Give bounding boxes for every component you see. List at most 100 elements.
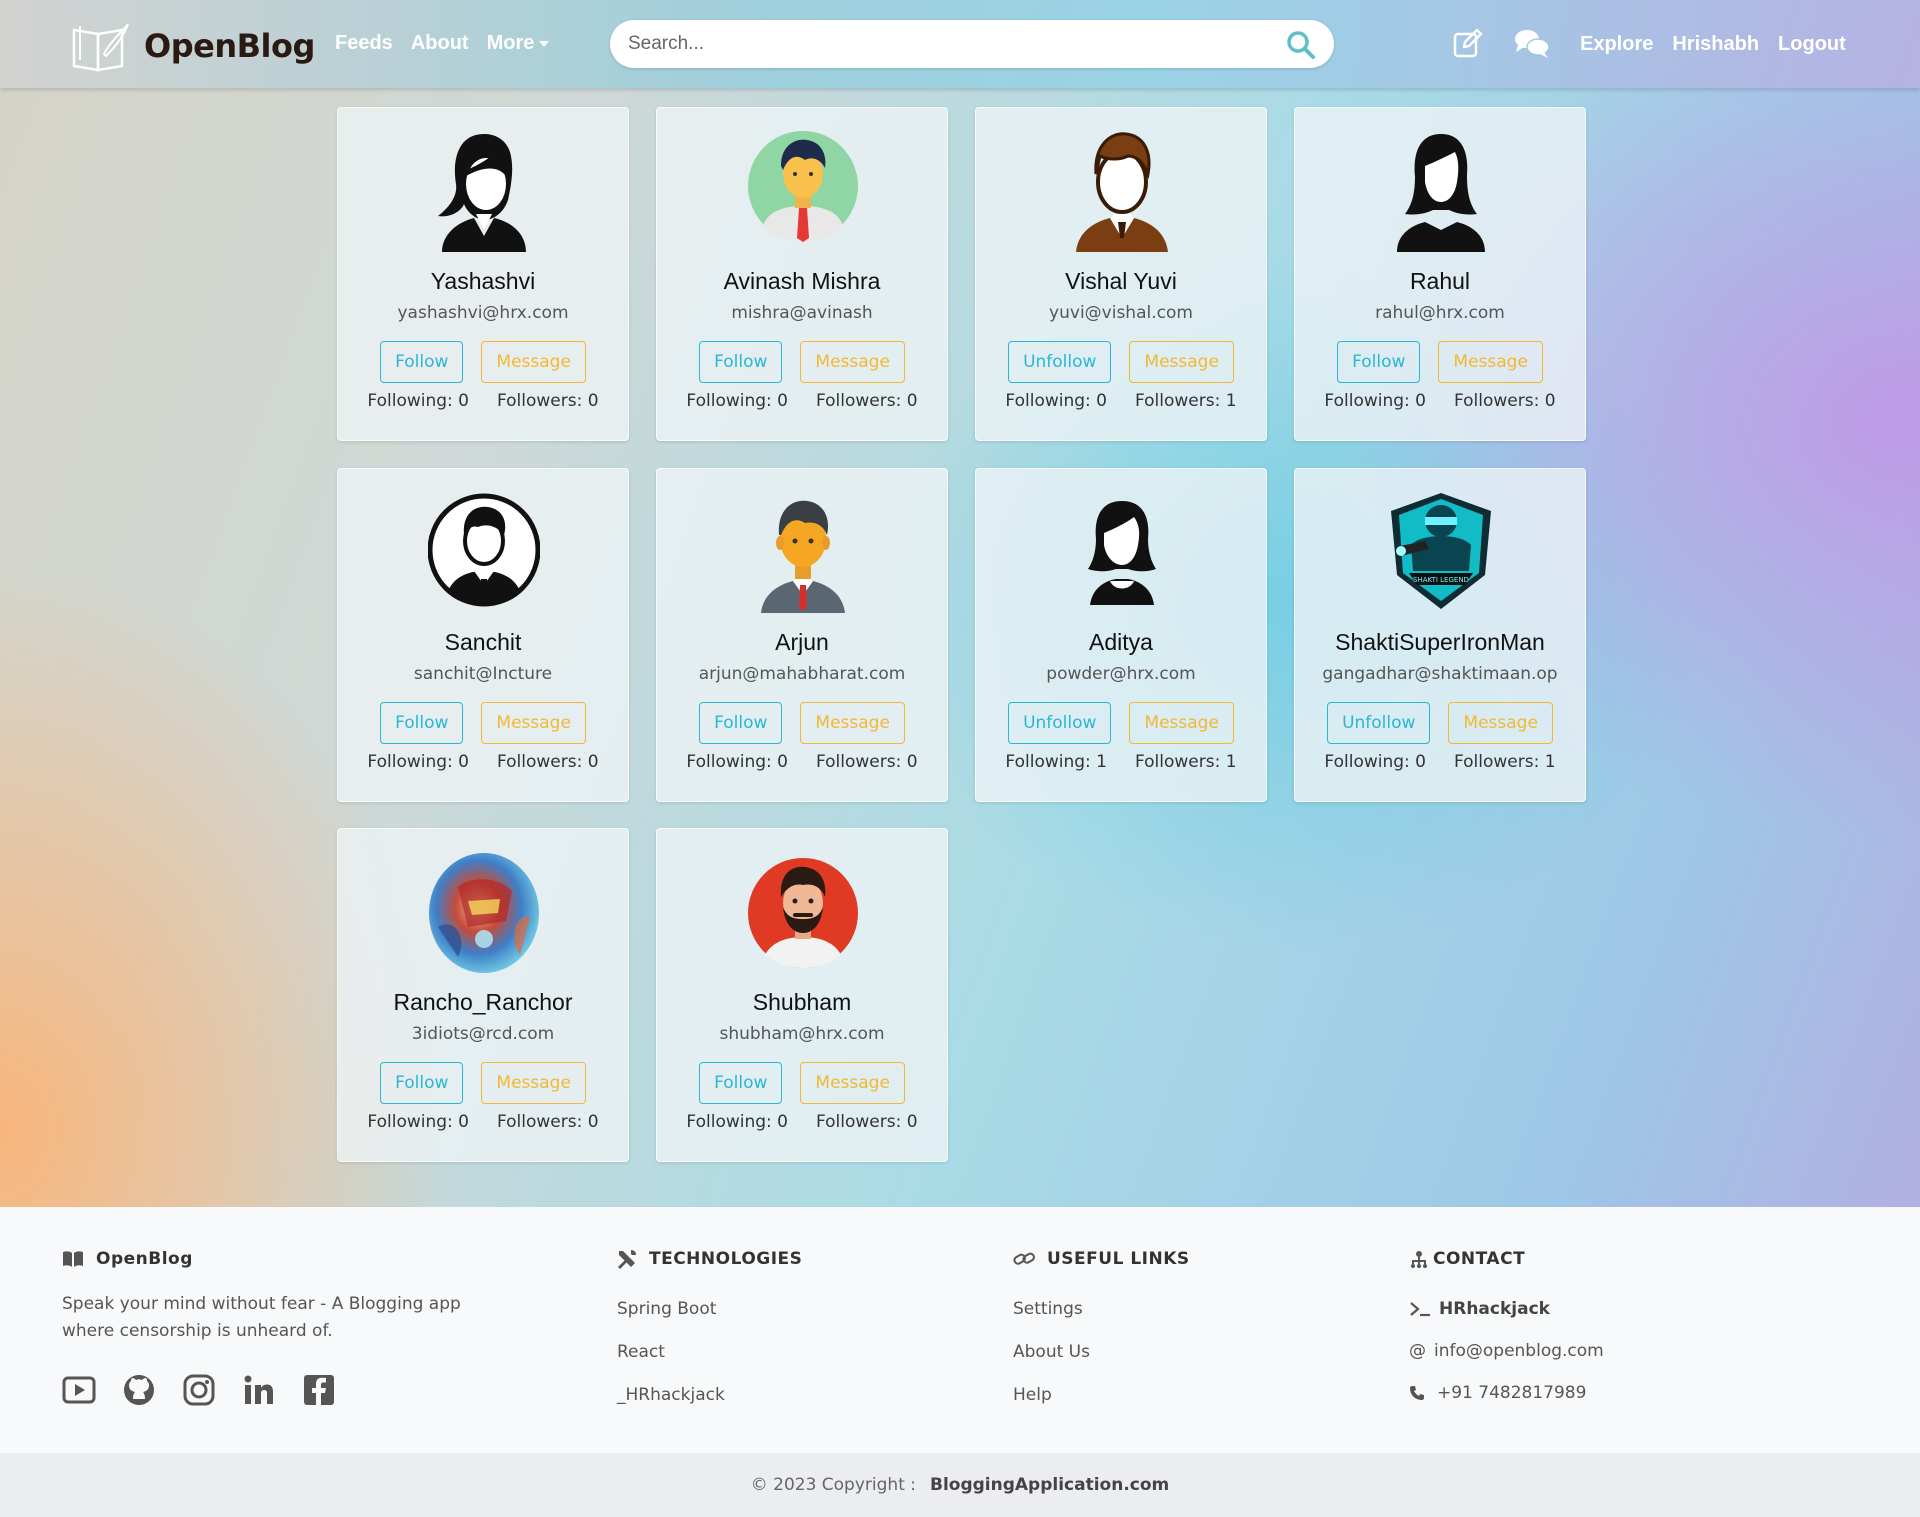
user-card: SHAKTI LEGEND ShaktiSuperIronMan gangadh… (1294, 468, 1586, 802)
card-actions: Follow Message (338, 1062, 628, 1104)
following-count: Following: 0 (686, 1112, 788, 1132)
user-avatar (1397, 134, 1485, 252)
followers-count: Followers: 0 (496, 1112, 599, 1132)
instagram-icon[interactable] (182, 1373, 216, 1407)
user-stats: Following: 0 Followers: 0 (657, 391, 947, 411)
user-avatar (761, 500, 845, 613)
followers-count: Followers: 0 (815, 752, 918, 772)
unfollow-button[interactable]: Unfollow (1008, 341, 1112, 383)
user-avatar (748, 858, 858, 968)
navbar: OpenBlog Feeds About More Explore Hrisha… (0, 0, 1920, 88)
edit-post-icon[interactable] (1452, 28, 1484, 60)
message-button[interactable]: Message (800, 702, 905, 744)
card-actions: Follow Message (657, 702, 947, 744)
message-button[interactable]: Message (481, 702, 586, 744)
user-email: shubham@hrx.com (719, 1024, 885, 1044)
card-actions: Follow Message (657, 1062, 947, 1104)
follow-button[interactable]: Follow (380, 702, 464, 744)
footer-tech-hrhackjack[interactable]: _HRhackjack (617, 1385, 802, 1405)
youtube-icon[interactable] (62, 1373, 96, 1407)
brand[interactable]: OpenBlog (70, 20, 315, 72)
card-actions: Unfollow Message (976, 341, 1266, 383)
user-avatar (1088, 501, 1156, 605)
book-icon (63, 1251, 83, 1267)
user-stats: Following: 0 Followers: 0 (657, 1112, 947, 1132)
footer-contact-heading: CONTACT (1409, 1249, 1604, 1269)
footer-link-help[interactable]: Help (1013, 1385, 1190, 1405)
footer-link-about-us[interactable]: About Us (1013, 1342, 1190, 1362)
follow-button[interactable]: Follow (380, 341, 464, 383)
footer-link-settings[interactable]: Settings (1013, 1299, 1190, 1319)
user-stats: Following: 1 Followers: 1 (976, 752, 1266, 772)
message-button[interactable]: Message (1438, 341, 1543, 383)
message-button[interactable]: Message (800, 1062, 905, 1104)
footer-tagline: Speak your mind without fear - A Bloggin… (62, 1294, 461, 1341)
message-button[interactable]: Message (1129, 702, 1234, 744)
footer-links-heading: USEFUL LINKS (1013, 1249, 1190, 1269)
message-button[interactable]: Message (1129, 341, 1234, 383)
follow-button[interactable]: Follow (699, 702, 783, 744)
copyright-site-link[interactable]: BloggingApplication.com (930, 1475, 1169, 1495)
user-stats: Following: 0 Followers: 0 (338, 752, 628, 772)
search-icon[interactable] (1286, 30, 1316, 60)
chat-icon[interactable] (1514, 28, 1550, 60)
nav-right: Explore Hrishabh Logout (1452, 28, 1865, 60)
user-stats: Following: 0 Followers: 0 (1295, 391, 1585, 411)
user-name: Aditya (1089, 629, 1153, 655)
nav-about[interactable]: About (411, 32, 469, 55)
brand-name: OpenBlog (144, 27, 315, 65)
footer-tech-react[interactable]: React (617, 1342, 802, 1362)
user-name: ShaktiSuperIronMan (1335, 629, 1545, 655)
linkedin-icon[interactable] (242, 1373, 276, 1407)
footer: OpenBlog Speak your mind without fear - … (0, 1207, 1920, 1453)
footer-contact-title: CONTACT (1433, 1249, 1526, 1269)
contact-phone[interactable]: +91 7482817989 (1437, 1383, 1586, 1403)
follow-button[interactable]: Follow (1337, 341, 1421, 383)
user-name: Vishal Yuvi (1065, 268, 1177, 294)
followers-count: Followers: 0 (496, 391, 599, 411)
search-input[interactable] (628, 20, 1268, 68)
follow-button[interactable]: Follow (699, 1062, 783, 1104)
footer-useful-links: USEFUL LINKS Settings About Us Help (1013, 1249, 1190, 1405)
facebook-icon[interactable] (302, 1373, 336, 1407)
footer-tech-spring-boot[interactable]: Spring Boot (617, 1299, 802, 1319)
footer-brand: OpenBlog (62, 1249, 522, 1269)
user-email: powder@hrx.com (1046, 664, 1196, 684)
open-book-logo-icon (72, 23, 129, 72)
follow-button[interactable]: Follow (380, 1062, 464, 1104)
nav-logout[interactable]: Logout (1778, 33, 1846, 56)
nav-explore[interactable]: Explore (1580, 33, 1653, 56)
github-icon[interactable] (122, 1373, 156, 1407)
follow-button[interactable]: Follow (699, 341, 783, 383)
message-button[interactable]: Message (481, 1062, 586, 1104)
followers-count: Followers: 1 (1134, 752, 1237, 772)
user-card: Vishal Yuvi yuvi@vishal.com Unfollow Mes… (975, 107, 1267, 441)
user-card: Shubham shubham@hrx.com Follow Message F… (656, 828, 948, 1162)
user-email: yashashvi@hrx.com (397, 303, 569, 323)
phone-icon (1410, 1386, 1424, 1400)
footer-contact: CONTACT HRhackjack @ info@openblog.com +… (1409, 1249, 1604, 1403)
sitemap-icon (1411, 1251, 1427, 1268)
followers-count: Followers: 0 (815, 391, 918, 411)
message-button[interactable]: Message (1448, 702, 1553, 744)
nav-feeds[interactable]: Feeds (335, 32, 393, 55)
nav-user-profile[interactable]: Hrishabh (1672, 33, 1759, 56)
following-count: Following: 0 (686, 752, 788, 772)
user-email: yuvi@vishal.com (1049, 303, 1193, 323)
svg-text:SHAKTI LEGEND: SHAKTI LEGEND (1413, 576, 1469, 584)
social-links (62, 1373, 522, 1407)
unfollow-button[interactable]: Unfollow (1327, 702, 1431, 744)
message-button[interactable]: Message (800, 341, 905, 383)
contact-email[interactable]: info@openblog.com (1434, 1341, 1604, 1361)
link-icon (1013, 1252, 1035, 1265)
at-icon: @ (1409, 1341, 1426, 1361)
message-button[interactable]: Message (481, 341, 586, 383)
contact-handle[interactable]: HRhackjack (1439, 1299, 1550, 1319)
user-card: Avinash Mishra mishra@avinash Follow Mes… (656, 107, 948, 441)
user-stats: Following: 0 Followers: 0 (338, 1112, 628, 1132)
following-count: Following: 0 (1324, 752, 1426, 772)
nav-more-dropdown[interactable]: More (487, 32, 550, 55)
unfollow-button[interactable]: Unfollow (1008, 702, 1112, 744)
followers-count: Followers: 1 (1453, 752, 1556, 772)
card-actions: Follow Message (338, 341, 628, 383)
